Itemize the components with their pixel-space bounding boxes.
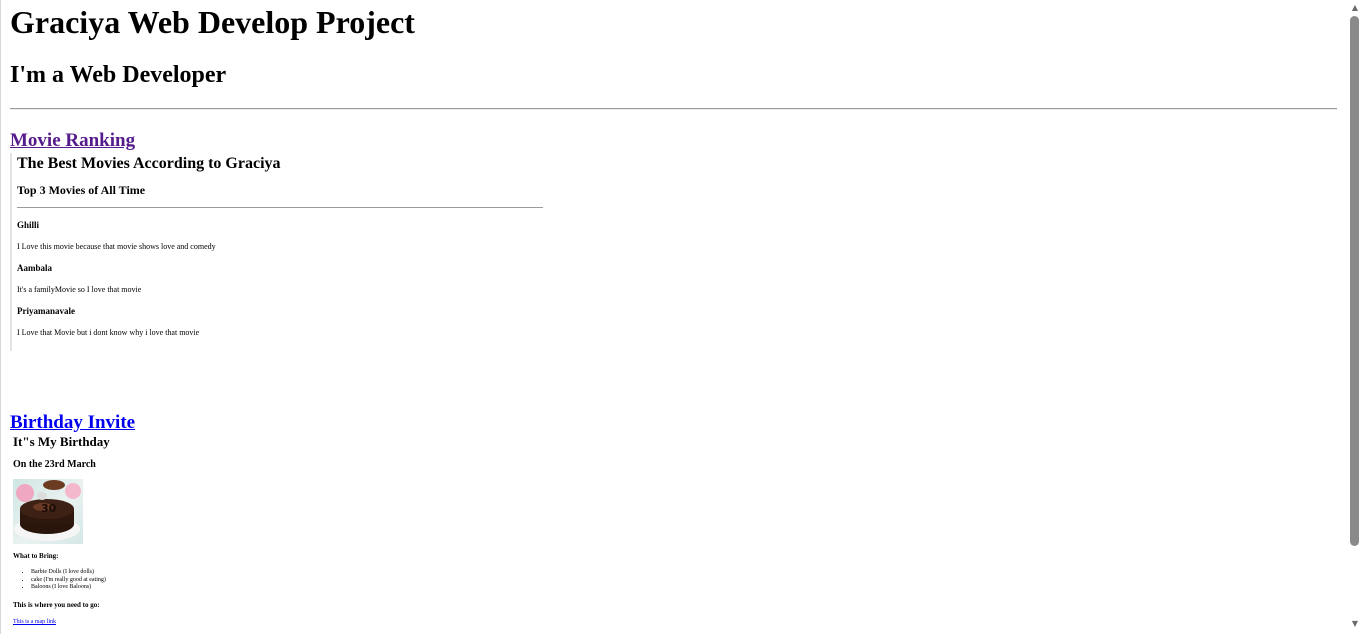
page-title: Graciya Web Develop Project (10, 4, 415, 40)
bring-list: Barbie Dolls (I love dolls) cake (I'm re… (13, 569, 106, 592)
movie-ranking-frame: The Best Movies According to Graciya Top… (10, 153, 552, 351)
map-link[interactable]: This is a map link (13, 618, 56, 626)
movie-description: I Love this movie because that movie sho… (17, 242, 216, 251)
birthday-invite-frame: It"s My Birthday On the 23rd March 30 Wh… (10, 433, 410, 634)
movie-frame-divider (17, 207, 543, 208)
movie-ranking-link[interactable]: Movie Ranking (10, 130, 135, 152)
birthday-date: On the 23rd March (13, 459, 96, 470)
vertical-scrollbar[interactable]: ▲ ▼ (1346, 0, 1364, 634)
movie-description: It's a familyMovie so I love that movie (17, 285, 142, 294)
scrollbar-thumb[interactable] (1350, 16, 1359, 546)
page-content: Graciya Web Develop Project I'm a Web De… (0, 0, 1346, 634)
movie-name: Aambala (17, 263, 53, 273)
movie-name: Ghilli (17, 220, 40, 230)
movie-description: I Love that Movie but i dont know why i … (17, 328, 200, 337)
list-item: Baloons (I love Baloons) (31, 584, 106, 592)
movie-frame-title: The Best Movies According to Graciya (17, 155, 281, 172)
list-item: Barbie Dolls (I love dolls) (31, 569, 106, 577)
birthday-invite-link[interactable]: Birthday Invite (10, 412, 135, 434)
svg-text:30: 30 (41, 502, 57, 515)
birthday-title: It"s My Birthday (13, 434, 110, 449)
movie-frame-subtitle: Top 3 Movies of All Time (17, 183, 146, 197)
horizontal-divider (10, 108, 1337, 110)
scroll-up-arrow-icon[interactable]: ▲ (1346, 0, 1364, 14)
movie-name: Priyamanavale (17, 306, 75, 316)
what-to-bring-heading: What to Bring: (13, 552, 59, 560)
birthday-cake-image: 30 (13, 479, 83, 544)
scroll-down-arrow-icon[interactable]: ▼ (1346, 616, 1364, 630)
page-subtitle: I'm a Web Developer (10, 62, 227, 88)
list-item: cake (I'm really good at eating) (31, 577, 106, 585)
location-heading: This is where you need to go: (13, 601, 100, 609)
cake-icon: 30 (14, 480, 81, 541)
